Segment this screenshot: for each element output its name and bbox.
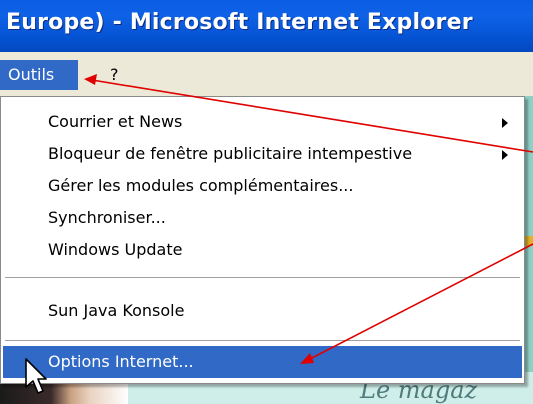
menu-item-gerer-modules[interactable]: Gérer les modules complémentaires... bbox=[3, 170, 522, 202]
menu-item-bloqueur[interactable]: Bloqueur de fenêtre publicitaire intempe… bbox=[3, 138, 522, 170]
outils-dropdown-menu: Courrier et News Bloqueur de fenêtre pub… bbox=[0, 96, 525, 384]
menu-item-label: Sun Java Konsole bbox=[48, 301, 185, 320]
menu-outils[interactable]: Outils bbox=[0, 60, 78, 90]
menu-item-label: Options Internet... bbox=[48, 352, 194, 371]
menu-item-label: Windows Update bbox=[48, 240, 183, 259]
mouse-pointer-icon bbox=[25, 358, 47, 394]
menu-separator bbox=[5, 277, 520, 279]
menu-item-label: Bloqueur de fenêtre publicitaire intempe… bbox=[48, 144, 413, 163]
menu-item-label: Gérer les modules complémentaires... bbox=[48, 176, 354, 195]
window-title: Europe) - Microsoft Internet Explorer bbox=[6, 10, 473, 35]
menu-bar: Outils ? bbox=[0, 52, 533, 96]
menu-item-label: Synchroniser... bbox=[48, 208, 166, 227]
submenu-arrow-icon bbox=[502, 118, 508, 128]
page-toolbar-strip bbox=[525, 236, 533, 246]
menu-separator bbox=[5, 340, 520, 342]
submenu-arrow-icon bbox=[502, 150, 508, 160]
page-background bbox=[525, 96, 533, 404]
menu-help[interactable]: ? bbox=[110, 60, 119, 90]
menu-item-options-internet[interactable]: Options Internet... bbox=[3, 346, 522, 378]
menu-item-synchroniser[interactable]: Synchroniser... bbox=[3, 202, 522, 234]
menu-item-label: Courrier et News bbox=[48, 112, 183, 131]
menu-item-courrier-et-news[interactable]: Courrier et News bbox=[3, 106, 522, 138]
menu-item-sun-java-konsole[interactable]: Sun Java Konsole bbox=[3, 295, 522, 327]
title-bar: Europe) - Microsoft Internet Explorer bbox=[0, 0, 533, 52]
menu-item-windows-update[interactable]: Windows Update bbox=[3, 234, 522, 266]
